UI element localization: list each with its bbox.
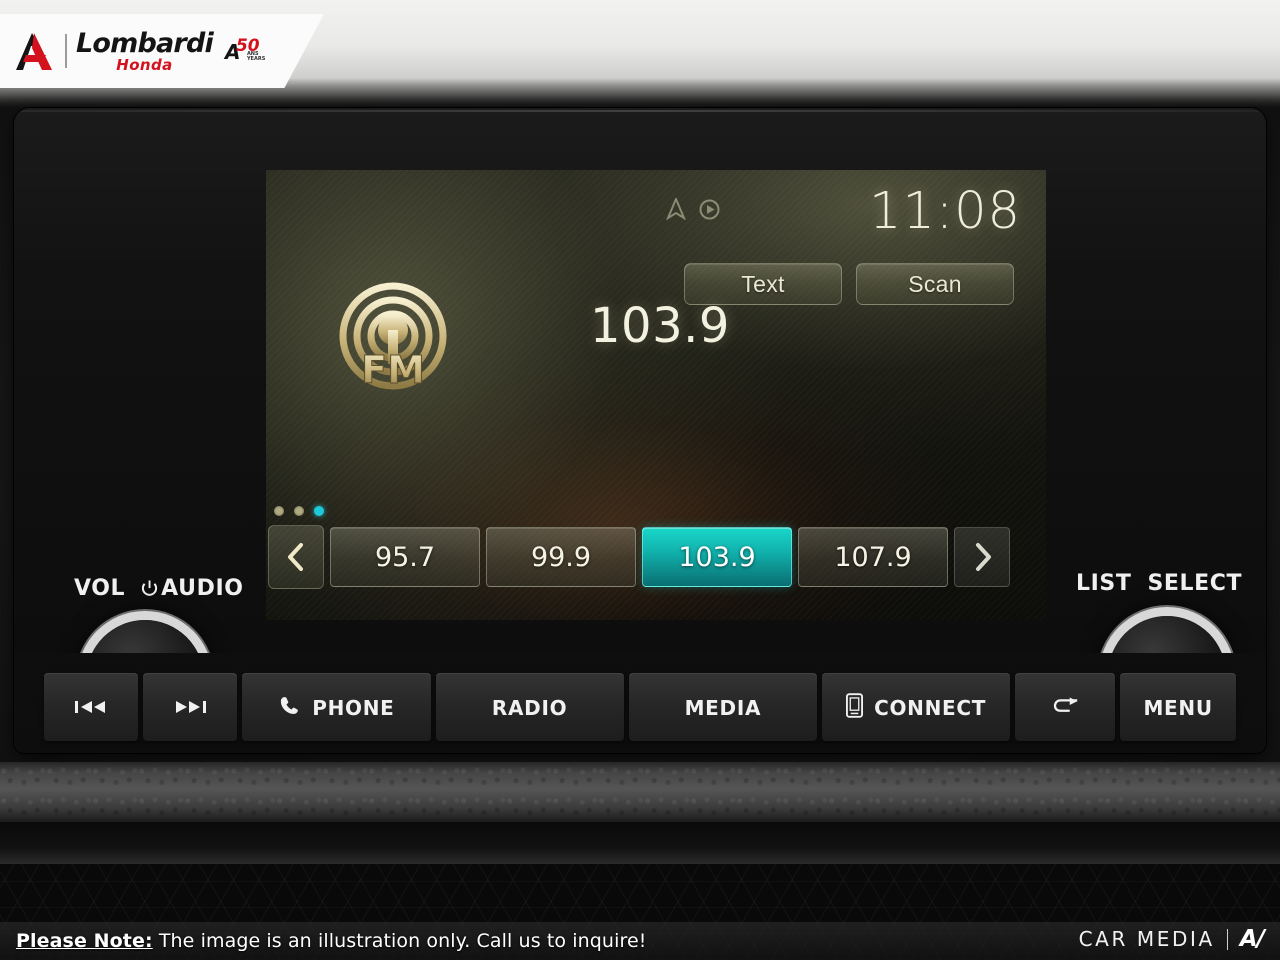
power-icon xyxy=(141,578,158,596)
clock: 11:08 xyxy=(869,182,1021,241)
list-select-knob[interactable] xyxy=(1094,602,1240,653)
disclaimer-label: Please Note: xyxy=(16,930,153,952)
fm-broadcast-icon: FM xyxy=(332,278,454,400)
back-arrow-icon xyxy=(1049,696,1081,720)
head-unit-glass-panel: 11:08 Text Scan FM 103.9 95.7 99.9 103.9… xyxy=(14,108,1266,653)
preset-bar: 95.7 99.9 103.9 107.9 xyxy=(268,525,1028,591)
page-dot-active[interactable] xyxy=(314,506,324,516)
volume-audio-knob[interactable] xyxy=(72,606,218,653)
back-button[interactable] xyxy=(1015,673,1116,741)
radio-label: RADIO xyxy=(491,695,568,720)
list-label: LIST xyxy=(1076,571,1132,596)
hard-key-row: PHONE RADIO MEDIA CONNECT MENU xyxy=(44,673,1236,741)
svg-text:FM: FM xyxy=(361,348,425,392)
previous-track-icon xyxy=(74,696,108,720)
preset-page-indicator xyxy=(274,506,324,516)
watermark: CAR MEDIA A/ xyxy=(1078,926,1265,952)
previous-track-button[interactable] xyxy=(44,673,139,741)
lombardi-a-mark-icon xyxy=(12,30,56,72)
dealer-wordmark: Lombardi Honda xyxy=(76,27,214,74)
head-unit: 11:08 Text Scan FM 103.9 95.7 99.9 103.9… xyxy=(14,108,1266,753)
next-track-button[interactable] xyxy=(143,673,238,741)
media-label: MEDIA xyxy=(684,695,762,720)
chevron-left-icon[interactable] xyxy=(268,525,324,589)
phone-label: PHONE xyxy=(312,695,395,720)
menu-button[interactable]: MENU xyxy=(1120,673,1236,741)
chevron-right-icon[interactable] xyxy=(954,527,1010,587)
select-label: SELECT xyxy=(1147,571,1243,596)
radio-button[interactable]: RADIO xyxy=(435,673,624,741)
connect-button[interactable]: CONNECT xyxy=(822,673,1011,741)
connect-label: CONNECT xyxy=(874,695,987,720)
knob-face[interactable] xyxy=(86,620,204,653)
status-icon-group xyxy=(665,196,720,221)
status-bar: 11:08 xyxy=(266,182,1046,246)
preset-button-1[interactable]: 95.7 xyxy=(330,527,480,587)
page-dot[interactable] xyxy=(294,506,304,516)
screen-button-row: Text Scan xyxy=(684,263,1014,305)
dealer-brand: Honda xyxy=(116,55,173,74)
knob-face[interactable] xyxy=(1108,616,1226,653)
left-knob-labels: VOL AUDIO xyxy=(74,576,244,601)
watermark-logo: A/ xyxy=(1239,926,1265,952)
page-dot[interactable] xyxy=(274,506,284,516)
dashboard-trim xyxy=(0,762,1280,822)
smartphone-icon xyxy=(846,692,864,723)
play-circle-icon xyxy=(699,199,720,220)
preset-button-4[interactable]: 107.9 xyxy=(798,527,948,587)
current-frequency: 103.9 xyxy=(590,298,730,354)
badge-caption: ANS YEARS xyxy=(246,51,266,63)
watermark-divider xyxy=(1226,928,1228,950)
disclaimer-body: The image is an illustration only. Call … xyxy=(152,930,647,952)
navigation-arrow-icon xyxy=(665,196,687,221)
next-track-icon xyxy=(173,696,207,720)
media-button[interactable]: MEDIA xyxy=(628,673,817,741)
dashboard-gap xyxy=(0,822,1280,864)
audio-label: AUDIO xyxy=(161,576,244,601)
infotainment-lcd[interactable]: 11:08 Text Scan FM 103.9 95.7 99.9 103.9… xyxy=(266,170,1046,620)
menu-label: MENU xyxy=(1143,695,1213,720)
audio-label-group: AUDIO xyxy=(141,576,243,601)
right-knob-labels: LIST SELECT xyxy=(1076,571,1242,596)
phone-button[interactable]: PHONE xyxy=(242,673,431,741)
phone-handset-icon xyxy=(278,694,301,722)
preset-button-3-active[interactable]: 103.9 xyxy=(642,527,792,587)
preset-button-2[interactable]: 99.9 xyxy=(486,527,636,587)
anniversary-badge: A 50 ANS YEARS xyxy=(225,35,265,67)
disclaimer-text: Please Note: The image is an illustratio… xyxy=(16,930,646,952)
dealer-name: Lombardi xyxy=(76,27,214,59)
scan-button[interactable]: Scan xyxy=(856,263,1014,305)
dealer-banner: Lombardi Honda A 50 ANS YEARS xyxy=(0,14,324,88)
watermark-text: CAR MEDIA xyxy=(1078,927,1215,951)
vol-label: VOL xyxy=(74,576,126,601)
dealer-logo-divider xyxy=(65,34,67,68)
